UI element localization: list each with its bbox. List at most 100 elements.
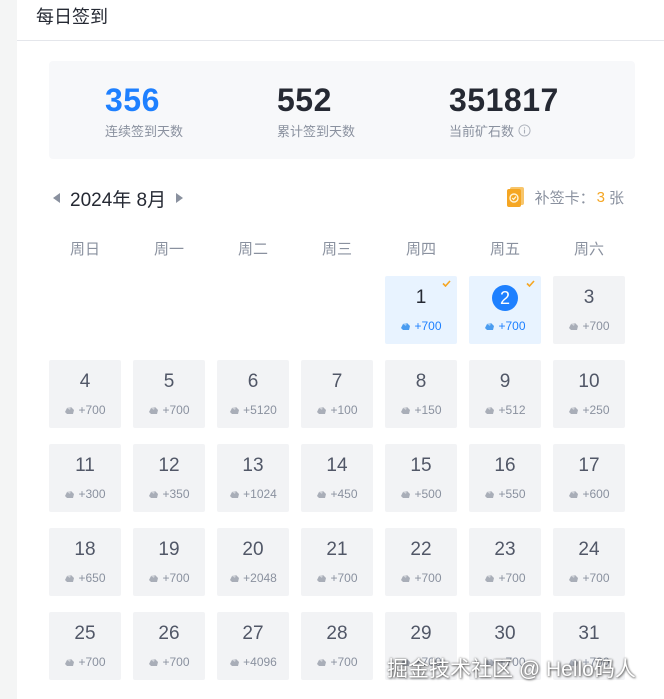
makeup-card-info[interactable]: 补签卡： 3 张 bbox=[506, 186, 624, 208]
day-reward: +300 bbox=[49, 487, 121, 501]
ore-icon bbox=[65, 658, 75, 666]
weekday-label: 周四 bbox=[405, 241, 436, 258]
reward-amount: +1024 bbox=[243, 487, 277, 501]
day-number: 11 bbox=[75, 455, 95, 476]
calendar-day-cell[interactable]: 13 +1024 bbox=[217, 444, 289, 512]
calendar-day-cell[interactable]: 12 +350 bbox=[133, 444, 205, 512]
day-reward: +5120 bbox=[217, 403, 289, 417]
watermark: 掘金技术社区 @ Hello码人 bbox=[387, 658, 636, 681]
day-number: 24 bbox=[578, 539, 600, 560]
ore-icon bbox=[569, 574, 579, 582]
day-reward: +550 bbox=[469, 487, 541, 501]
day-reward: +700 bbox=[133, 571, 205, 585]
calendar-day-cell[interactable]: 7 +100 bbox=[301, 360, 373, 428]
weekday-label: 周日 bbox=[69, 241, 100, 258]
reward-amount: +512 bbox=[498, 403, 526, 417]
ore-icon bbox=[149, 490, 159, 498]
weekday-label: 周一 bbox=[153, 241, 184, 258]
calendar-day-cell[interactable]: 16 +550 bbox=[469, 444, 541, 512]
ore-icon bbox=[230, 658, 240, 666]
weekday-label: 周五 bbox=[489, 241, 520, 258]
stat-label: 当前矿石数 bbox=[449, 121, 559, 140]
weekday-header: 周日 周一 周二 周三 周四 周五 周六 bbox=[49, 238, 637, 260]
check-icon bbox=[526, 280, 535, 287]
calendar-day-cell[interactable]: 23 +700 bbox=[469, 528, 541, 596]
stat-label-text: 连续签到天数 bbox=[105, 124, 184, 139]
day-reward: +700 bbox=[469, 571, 541, 585]
calendar-day-cell[interactable]: 5 +700 bbox=[133, 360, 205, 428]
day-reward: +100 bbox=[301, 403, 373, 417]
reward-amount: +700 bbox=[330, 655, 358, 669]
day-number: 25 bbox=[74, 623, 96, 644]
page-title: 每日签到 bbox=[36, 7, 108, 27]
ore-icon bbox=[230, 406, 240, 414]
reward-amount: +600 bbox=[582, 487, 610, 501]
calendar-day-cell[interactable]: 18 +650 bbox=[49, 528, 121, 596]
calendar-day-cell[interactable]: 11 +300 bbox=[49, 444, 121, 512]
makeup-label: 补签卡： bbox=[534, 189, 595, 207]
day-number: 28 bbox=[326, 623, 348, 644]
calendar-day-cell[interactable]: 9 +512 bbox=[469, 360, 541, 428]
reward-amount: +700 bbox=[78, 403, 106, 417]
calendar-day-cell[interactable]: 26 +700 bbox=[133, 612, 205, 680]
calendar-day-cell[interactable]: 8 +150 bbox=[385, 360, 457, 428]
calendar-day-cell[interactable]: 10 +250 bbox=[553, 360, 625, 428]
reward-amount: +250 bbox=[582, 403, 610, 417]
ore-icon bbox=[401, 406, 411, 414]
reward-amount: +350 bbox=[162, 487, 190, 501]
info-circle-icon[interactable] bbox=[518, 124, 531, 137]
calendar-day-cell[interactable]: 15 +500 bbox=[385, 444, 457, 512]
day-reward: +700 bbox=[301, 655, 373, 669]
ore-icon bbox=[317, 406, 327, 414]
day-reward: +250 bbox=[553, 403, 625, 417]
day-number: 7 bbox=[331, 371, 343, 392]
stat-current-ore: 351817 当前矿石数 bbox=[449, 81, 559, 140]
calendar-day-cell[interactable]: 21 +700 bbox=[301, 528, 373, 596]
calendar-day-cell[interactable]: 6 +5120 bbox=[217, 360, 289, 428]
calendar-day-cell[interactable]: 24 +700 bbox=[553, 528, 625, 596]
calendar-day-cell[interactable]: 19 +700 bbox=[133, 528, 205, 596]
ore-icon bbox=[485, 406, 495, 414]
calendar-day-cell[interactable]: 1 +700 bbox=[385, 276, 457, 344]
stats-panel: 356 连续签到天数 552 累计签到天数 351817 当前矿石数 bbox=[49, 61, 635, 159]
reward-amount: +150 bbox=[414, 403, 442, 417]
ore-icon bbox=[485, 322, 495, 330]
reward-amount: +650 bbox=[78, 571, 106, 585]
day-number: 9 bbox=[499, 371, 511, 392]
calendar-day-cell[interactable]: 20 +2048 bbox=[217, 528, 289, 596]
ore-icon bbox=[65, 490, 75, 498]
day-number: 5 bbox=[163, 371, 175, 392]
reward-amount: +550 bbox=[498, 487, 526, 501]
stat-value: 351817 bbox=[449, 82, 559, 118]
calendar-day-cell[interactable]: 27 +4096 bbox=[217, 612, 289, 680]
weekday-label: 周六 bbox=[573, 241, 604, 258]
calendar-day-cell[interactable]: 14 +450 bbox=[301, 444, 373, 512]
calendar-day-cell[interactable]: 28 +700 bbox=[301, 612, 373, 680]
day-number: 17 bbox=[578, 455, 600, 476]
calendar-day-cell[interactable]: 25 +700 bbox=[49, 612, 121, 680]
next-month-icon[interactable] bbox=[176, 193, 184, 203]
calendar-day-cell[interactable]: 22 +700 bbox=[385, 528, 457, 596]
calendar-day-cell[interactable]: 3 +700 bbox=[553, 276, 625, 344]
stat-value: 356 bbox=[105, 82, 160, 118]
previous-month-icon[interactable] bbox=[53, 193, 60, 203]
day-reward: +700 bbox=[301, 571, 373, 585]
calendar-day-cell[interactable]: 4 +700 bbox=[49, 360, 121, 428]
calendar-day-cell[interactable]: 17 +600 bbox=[553, 444, 625, 512]
ore-icon bbox=[65, 406, 75, 414]
ore-icon bbox=[569, 490, 579, 498]
day-reward: +4096 bbox=[217, 655, 289, 669]
day-reward: +600 bbox=[553, 487, 625, 501]
day-reward: +2048 bbox=[217, 571, 289, 585]
reward-amount: +450 bbox=[330, 487, 358, 501]
day-number: 8 bbox=[415, 371, 427, 392]
today-number: 2 bbox=[492, 285, 518, 311]
ore-icon bbox=[569, 322, 579, 330]
calendar-day-cell[interactable]: 2 +700 bbox=[469, 276, 541, 344]
stat-label: 累计签到天数 bbox=[277, 121, 355, 140]
day-number: 20 bbox=[242, 539, 264, 560]
ore-icon bbox=[230, 490, 240, 498]
stat-label: 连续签到天数 bbox=[105, 121, 183, 140]
reward-amount: +4096 bbox=[243, 655, 277, 669]
ore-icon bbox=[401, 490, 411, 498]
